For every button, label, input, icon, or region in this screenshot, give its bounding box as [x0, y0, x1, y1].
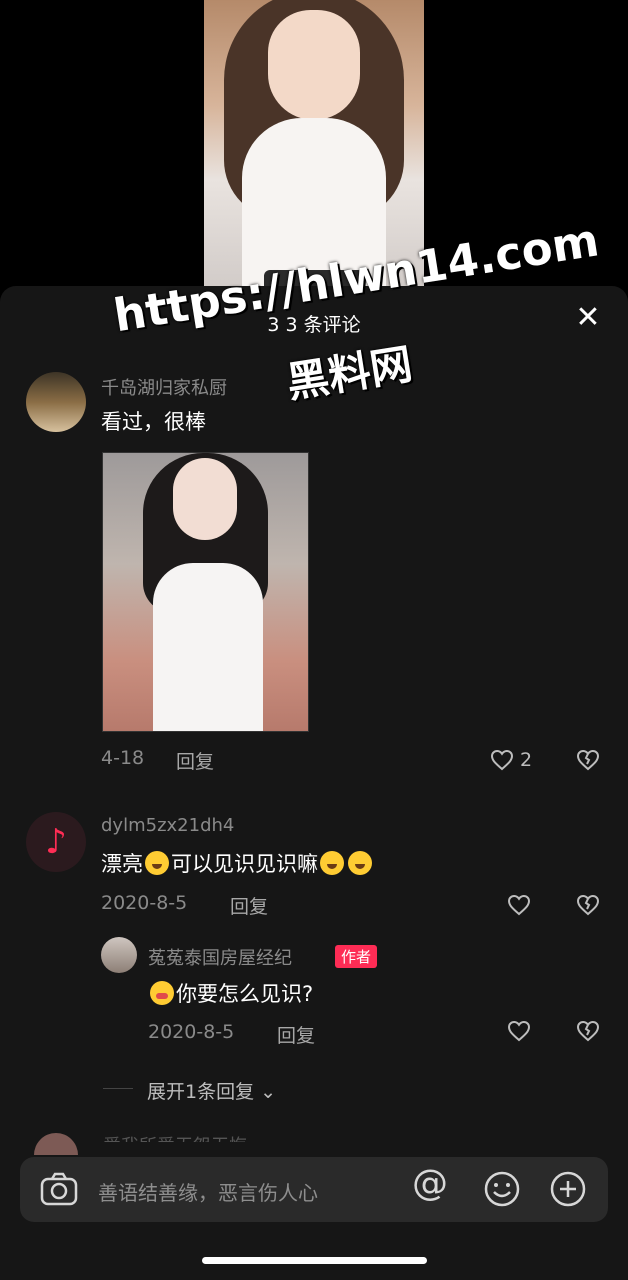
comment-username[interactable]: 千岛湖归家私厨: [101, 374, 227, 400]
chevron-down-icon: ⌄: [260, 1081, 277, 1103]
zipper-mouth-emoji-icon: [150, 981, 174, 1005]
avatar[interactable]: [26, 372, 86, 432]
heart-icon: [507, 894, 531, 916]
broken-heart-icon: [576, 749, 600, 771]
comment-text: 看过，很棒: [101, 410, 206, 434]
camera-icon[interactable]: [40, 1172, 78, 1210]
like-count: 2: [520, 749, 533, 771]
close-icon: ✕: [575, 300, 601, 335]
mention-at-icon[interactable]: @: [412, 1166, 448, 1202]
image-figure-face: [173, 458, 237, 540]
reply-button[interactable]: 回复: [176, 747, 214, 774]
comment-input-bar[interactable]: 善语结善缘，恶言伤人心 @: [20, 1157, 608, 1222]
reply-text-content: 你要怎么见识?: [176, 982, 314, 1006]
heart-icon: [490, 749, 514, 771]
comment-username[interactable]: dylm5zx21dh4: [101, 815, 234, 836]
reply-button[interactable]: 回复: [230, 892, 268, 919]
close-button[interactable]: ✕: [572, 302, 604, 334]
broken-heart-icon: [576, 1020, 600, 1042]
comment-count-title: 3 3 条评论: [267, 314, 361, 336]
home-indicator[interactable]: [202, 1257, 427, 1264]
like-button[interactable]: 2: [490, 749, 532, 771]
video-thumbnail[interactable]: [204, 0, 424, 300]
video-area[interactable]: [0, 0, 628, 300]
comment-image[interactable]: [102, 452, 309, 732]
emoji-smile-icon[interactable]: [483, 1170, 521, 1212]
broken-heart-icon: [576, 894, 600, 916]
add-plus-icon[interactable]: [549, 1170, 587, 1212]
avatar[interactable]: [101, 937, 137, 973]
reply-date: 2020-8-5: [148, 1021, 235, 1043]
comment-date: 2020-8-5: [101, 892, 188, 914]
dislike-button[interactable]: [576, 1020, 600, 1042]
like-button[interactable]: [507, 894, 531, 916]
heart-icon: [507, 1020, 531, 1042]
comment-text: 漂亮 可以见识见识嘛: [101, 848, 374, 878]
comment-input-placeholder[interactable]: 善语结善缘，恶言伤人心: [98, 1177, 318, 1206]
music-note-icon: ♪: [45, 822, 67, 862]
comment-date: 4-18: [101, 747, 145, 769]
avatar[interactable]: ♪: [26, 812, 86, 872]
reply-button[interactable]: 回复: [277, 1021, 315, 1048]
video-figure-face: [268, 10, 360, 120]
author-badge: 作者: [335, 945, 378, 968]
comment-sheet: 3 3 条评论 ✕: [0, 286, 628, 1280]
comment-username[interactable]: 爱我所爱无怨无悔: [103, 1132, 283, 1142]
dislike-button[interactable]: [576, 749, 600, 771]
expand-replies-button[interactable]: 展开1条回复 ⌄: [147, 1077, 276, 1104]
dislike-button[interactable]: [576, 894, 600, 916]
comment-text-part: 可以见识见识嘛: [171, 852, 318, 876]
laughing-emoji-icon: [348, 851, 372, 875]
laughing-emoji-icon: [145, 851, 169, 875]
like-button[interactable]: [507, 1020, 531, 1042]
comment-text-part: 漂亮: [101, 852, 143, 876]
image-figure-dress: [153, 563, 263, 731]
reply-text: 你要怎么见识?: [148, 978, 313, 1008]
reply-username[interactable]: 菟菟泰国房屋经纪: [148, 944, 292, 970]
laughing-emoji-icon: [320, 851, 344, 875]
divider: [103, 1088, 133, 1089]
expand-replies-label: 展开1条回复: [147, 1081, 255, 1103]
